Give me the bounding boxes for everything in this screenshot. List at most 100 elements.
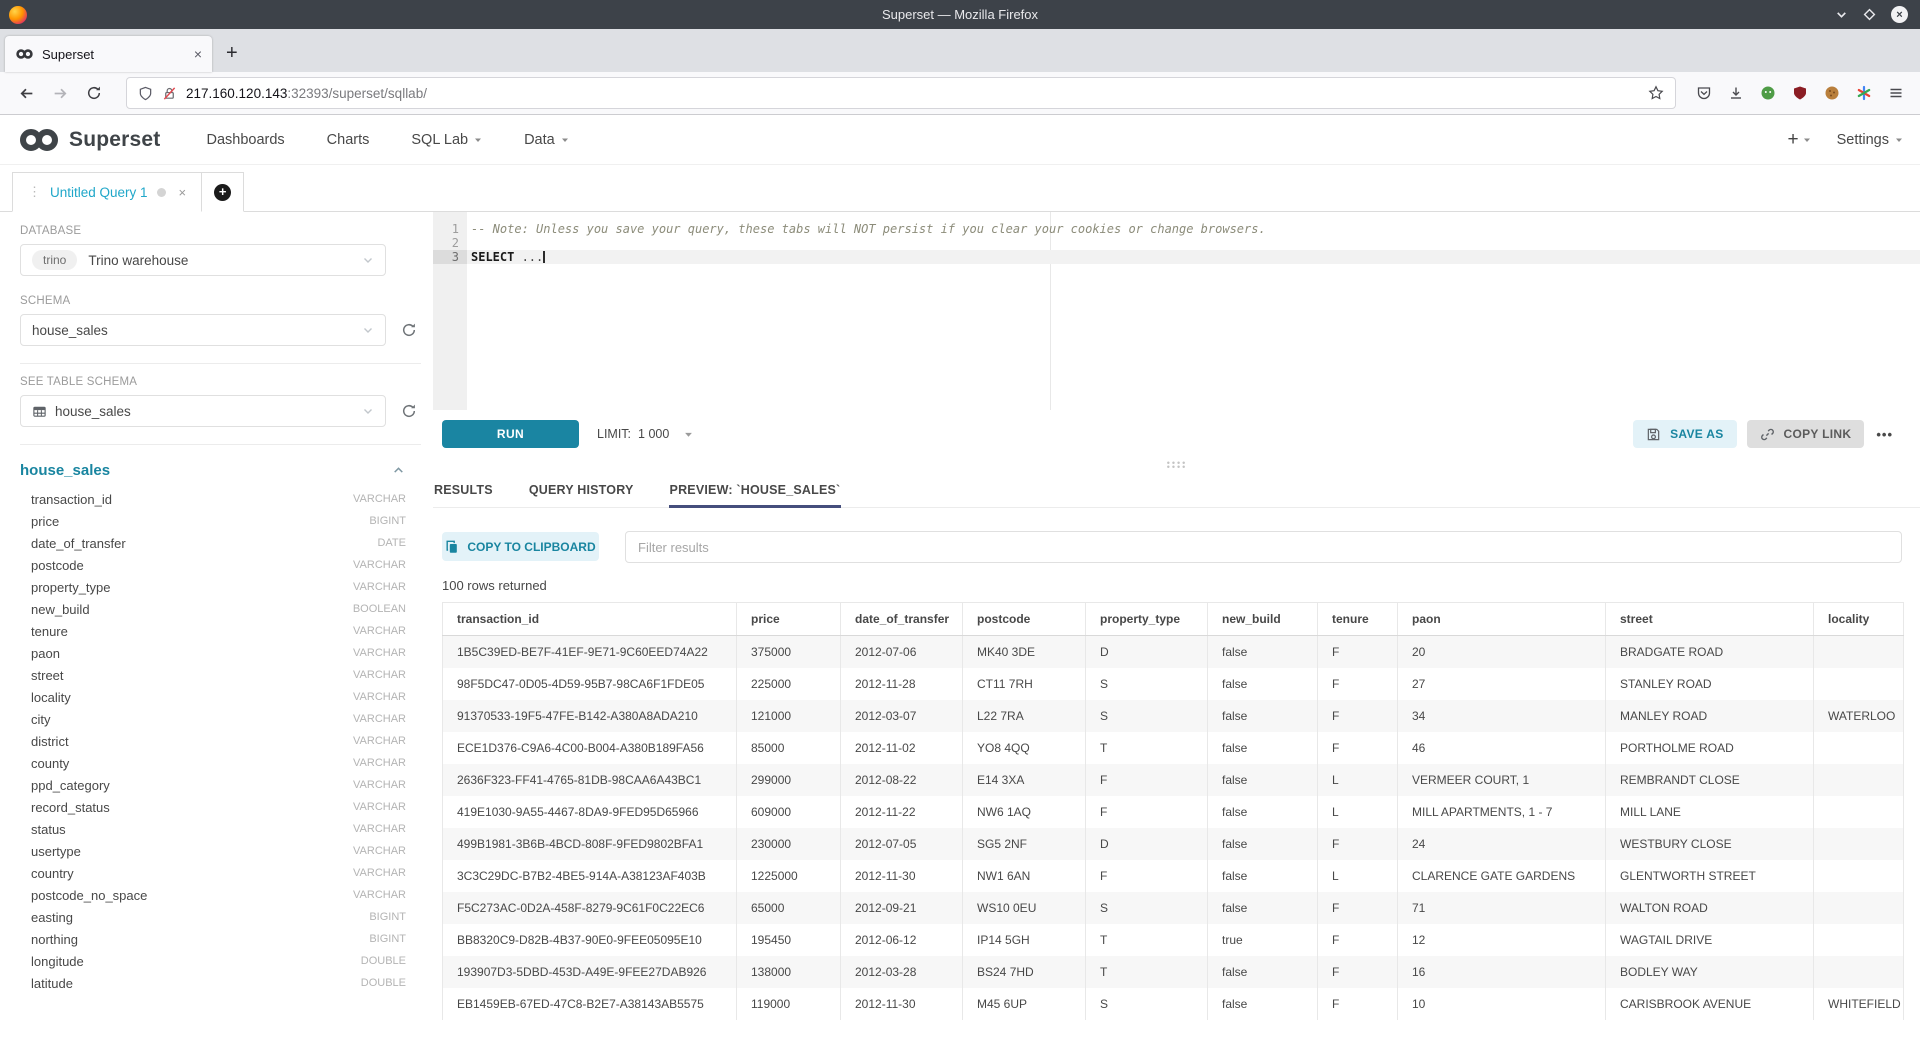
infinity-logo-icon xyxy=(17,128,61,152)
url-bar[interactable]: 217.160.120.143:32393/superset/sqllab/ xyxy=(126,77,1676,109)
table-cell: CLARENCE GATE GARDENS xyxy=(1398,860,1606,892)
window-close-icon[interactable]: × xyxy=(1891,6,1908,23)
sql-editor[interactable]: 123 -- Note: Unless you save your query,… xyxy=(433,212,1920,410)
schema-value: house_sales xyxy=(32,323,108,338)
result-tab-2[interactable]: PREVIEW: `HOUSE_SALES` xyxy=(669,476,842,507)
table-cell: WS10 0EU xyxy=(963,892,1086,924)
table-cell: 2012-11-22 xyxy=(841,796,963,828)
nav-item-dashboards[interactable]: Dashboards xyxy=(206,132,284,148)
column-header-transaction_id[interactable]: transaction_id xyxy=(443,603,737,636)
window-maximize-icon[interactable] xyxy=(1863,8,1876,21)
schema-column-row: property_typeVARCHAR xyxy=(31,576,406,598)
shield-icon[interactable] xyxy=(138,86,153,101)
back-icon[interactable] xyxy=(12,85,40,102)
editor-code-area[interactable]: -- Note: Unless you save your query, the… xyxy=(467,212,1920,410)
forward-icon[interactable] xyxy=(46,85,74,102)
column-type: VARCHAR xyxy=(353,779,406,791)
table-cell: STANLEY ROAD xyxy=(1606,668,1814,700)
table-cell: 24 xyxy=(1398,828,1606,860)
run-button[interactable]: RUN xyxy=(442,420,579,448)
insecure-lock-icon[interactable] xyxy=(162,86,177,101)
refresh-schema-icon[interactable] xyxy=(401,322,417,338)
table-cell: 609000 xyxy=(737,796,841,828)
column-name: postcode xyxy=(31,558,84,573)
plus-circle-icon: + xyxy=(214,184,231,201)
table-cell: 193907D3-5DBD-453D-A49E-9FEE27DAB926 xyxy=(443,956,737,988)
column-header-tenure[interactable]: tenure xyxy=(1318,603,1398,636)
schema-select[interactable]: house_sales xyxy=(20,314,386,346)
column-header-paon[interactable]: paon xyxy=(1398,603,1606,636)
table-cell: MK40 3DE xyxy=(963,636,1086,668)
pane-splitter[interactable]: •••• •••• xyxy=(433,458,1920,472)
column-header-new_build[interactable]: new_build xyxy=(1208,603,1318,636)
nav-item-sql-lab[interactable]: SQL Lab xyxy=(411,132,482,148)
table-row: ECE1D376-C9A6-4C00-B004-A380B189FA568500… xyxy=(443,732,1904,764)
column-header-postcode[interactable]: postcode xyxy=(963,603,1086,636)
download-icon[interactable] xyxy=(1728,85,1744,101)
copy-icon xyxy=(445,540,459,554)
tab-close-icon[interactable]: × xyxy=(194,46,202,62)
table-cell: ECE1D376-C9A6-4C00-B004-A380B189FA56 xyxy=(443,732,737,764)
copy-to-clipboard-button[interactable]: COPY TO CLIPBOARD xyxy=(442,532,599,561)
browser-tab-title: Superset xyxy=(42,47,194,62)
table-cell: MILL APARTMENTS, 1 - 7 xyxy=(1398,796,1606,828)
table-cell: false xyxy=(1208,828,1318,860)
table-cell: PORTHOLME ROAD xyxy=(1606,732,1814,764)
schema-column-row: transaction_idVARCHAR xyxy=(31,488,406,510)
table-select[interactable]: house_sales xyxy=(20,395,386,427)
column-header-street[interactable]: street xyxy=(1606,603,1814,636)
bookmark-star-icon[interactable] xyxy=(1648,85,1664,101)
settings-menu[interactable]: Settings xyxy=(1837,132,1903,148)
table-cell: 499B1981-3B6B-4BCD-808F-9FED9802BFA1 xyxy=(443,828,737,860)
limit-dropdown[interactable]: LIMIT: 1 000 xyxy=(597,427,693,441)
schema-column-row: postcodeVARCHAR xyxy=(31,554,406,576)
brand-name: Superset xyxy=(69,128,160,152)
caret-down-icon xyxy=(1895,136,1903,144)
url-text[interactable]: 217.160.120.143:32393/superset/sqllab/ xyxy=(186,86,1639,101)
superset-logo[interactable]: Superset xyxy=(17,128,160,152)
table-cell: false xyxy=(1208,892,1318,924)
window-minimize-icon[interactable] xyxy=(1835,8,1848,21)
table-cell: 20 xyxy=(1398,636,1606,668)
column-header-date_of_transfer[interactable]: date_of_transfer xyxy=(841,603,963,636)
privacy-extension-icon[interactable] xyxy=(1760,85,1776,101)
table-cell: 34 xyxy=(1398,700,1606,732)
refresh-table-icon[interactable] xyxy=(401,403,417,419)
query-tab-close-icon[interactable]: × xyxy=(179,185,187,200)
nav-item-charts[interactable]: Charts xyxy=(327,132,370,148)
result-tab-1[interactable]: QUERY HISTORY xyxy=(528,476,635,507)
table-cell: 12 xyxy=(1398,924,1606,956)
result-tab-0[interactable]: RESULTS xyxy=(433,476,494,507)
browser-tab[interactable]: Superset × xyxy=(5,36,212,72)
asterisk-extension-icon[interactable] xyxy=(1856,85,1872,101)
schema-column-row: usertypeVARCHAR xyxy=(31,840,406,862)
more-options-icon[interactable]: ••• xyxy=(1876,427,1893,442)
ublock-icon[interactable] xyxy=(1792,85,1808,101)
table-cell xyxy=(1814,892,1904,924)
drag-handle-icon[interactable]: ⋮ xyxy=(28,184,41,200)
cookie-extension-icon[interactable] xyxy=(1824,85,1840,101)
reload-icon[interactable] xyxy=(80,85,108,101)
query-tab-active[interactable]: ⋮ Untitled Query 1 × xyxy=(12,172,202,212)
nav-item-data[interactable]: Data xyxy=(524,132,569,148)
collapse-chevron-icon[interactable] xyxy=(392,464,405,477)
column-header-locality[interactable]: locality xyxy=(1814,603,1904,636)
column-header-price[interactable]: price xyxy=(737,603,841,636)
table-cell: MANLEY ROAD xyxy=(1606,700,1814,732)
save-as-button[interactable]: SAVE AS xyxy=(1633,420,1736,448)
query-tabstrip: ⋮ Untitled Query 1 × + xyxy=(0,165,1920,212)
table-cell: SG5 2NF xyxy=(963,828,1086,860)
copy-link-button[interactable]: COPY LINK xyxy=(1747,420,1865,448)
database-select[interactable]: trino Trino warehouse xyxy=(20,244,386,276)
add-query-tab-button[interactable]: + xyxy=(202,172,244,212)
column-header-property_type[interactable]: property_type xyxy=(1086,603,1208,636)
add-new-button[interactable]: + xyxy=(1787,129,1810,151)
table-cell: false xyxy=(1208,732,1318,764)
column-type: DOUBLE xyxy=(361,977,406,989)
table-cell xyxy=(1814,636,1904,668)
filter-results-input[interactable] xyxy=(625,531,1902,563)
pocket-icon[interactable] xyxy=(1696,85,1712,101)
hamburger-menu-icon[interactable] xyxy=(1888,85,1904,101)
editor-line xyxy=(467,236,1920,250)
new-tab-icon[interactable]: + xyxy=(226,42,238,65)
